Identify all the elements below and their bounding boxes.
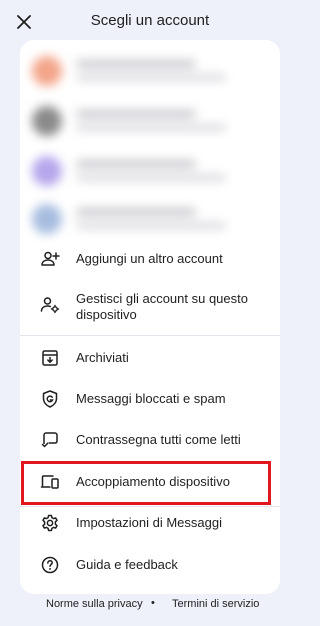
blocked-spam-item[interactable]: Messaggi bloccati e spam	[20, 379, 280, 419]
manage-accounts-icon	[40, 295, 60, 315]
person-add-icon	[40, 249, 60, 269]
account-sheet: Aggiungi un altro account Gestisci gli a…	[20, 40, 280, 594]
privacy-link[interactable]: Norme sulla privacy	[46, 598, 143, 610]
terms-link[interactable]: Termini di servizio	[172, 598, 259, 610]
account-email-placeholder	[76, 124, 226, 131]
account-name-placeholder	[76, 110, 196, 118]
archive-icon	[40, 348, 60, 368]
account-item[interactable]	[20, 100, 280, 146]
account-name-placeholder	[76, 60, 196, 68]
device-pairing-item[interactable]: Accoppiamento dispositivo	[20, 462, 280, 502]
settings-label: Impostazioni di Messaggi	[76, 515, 222, 530]
footer: Norme sulla privacy • Termini di servizi…	[0, 597, 300, 616]
avatar	[32, 56, 62, 86]
account-item[interactable]	[20, 150, 280, 196]
footer-separator: •	[151, 597, 155, 609]
avatar	[32, 106, 62, 136]
account-name-placeholder	[76, 160, 196, 168]
manage-accounts-label: Gestisci gli account su questo dispositi…	[76, 291, 248, 322]
add-account-label: Aggiungi un altro account	[76, 251, 223, 266]
divider	[20, 335, 280, 336]
devices-icon	[40, 472, 60, 492]
account-email-placeholder	[76, 74, 226, 81]
archived-item[interactable]: Archiviati	[20, 338, 280, 378]
account-name-placeholder	[76, 208, 196, 216]
shield-icon	[40, 389, 60, 409]
account-list	[20, 40, 280, 236]
mark-all-read-item[interactable]: Contrassegna tutti come letti	[20, 420, 280, 460]
gear-icon	[40, 513, 60, 533]
page-title: Scegli un account	[90, 12, 210, 29]
manage-accounts-item[interactable]: Gestisci gli account su questo dispositi…	[20, 280, 280, 330]
settings-item[interactable]: Impostazioni di Messaggi	[20, 503, 280, 543]
account-item[interactable]	[20, 50, 280, 96]
add-account-item[interactable]: Aggiungi un altro account	[20, 239, 280, 279]
app-bar: Scegli un account	[0, 0, 300, 44]
help-feedback-item[interactable]: Guida e feedback	[20, 545, 280, 585]
blocked-spam-label: Messaggi bloccati e spam	[76, 391, 226, 406]
mark-read-icon	[40, 430, 60, 450]
mark-all-read-label: Contrassegna tutti come letti	[76, 432, 241, 447]
account-email-placeholder	[76, 174, 226, 181]
archived-label: Archiviati	[76, 350, 129, 365]
account-email-placeholder	[76, 222, 226, 229]
help-feedback-label: Guida e feedback	[76, 557, 178, 572]
account-item[interactable]	[20, 198, 280, 244]
device-pairing-label: Accoppiamento dispositivo	[76, 474, 230, 489]
avatar	[32, 156, 62, 186]
avatar	[32, 204, 62, 234]
help-icon	[40, 555, 60, 575]
